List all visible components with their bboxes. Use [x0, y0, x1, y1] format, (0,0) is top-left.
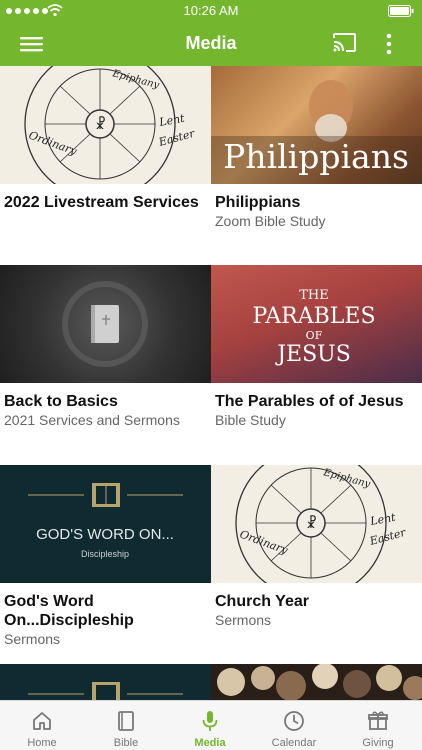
card-title: Church Year [215, 593, 309, 610]
partial-card-thumbnail[interactable] [211, 664, 422, 700]
back-to-basics-thumbnail [0, 265, 211, 383]
card-subtitle: Bible Study [215, 412, 286, 428]
tab-label: Giving [362, 737, 394, 749]
tab-giving[interactable]: Giving [336, 701, 420, 750]
media-card-church-year[interactable]: ☧ Ordinary Epiphany Lent Easter Church Y… [211, 465, 422, 665]
card-subtitle: Sermons [4, 631, 61, 647]
parables-thumb-line3: OF [306, 329, 323, 342]
media-grid: ☧ Ordinary Epiphany Lent Easter 2022 Liv… [0, 66, 422, 700]
media-card-gods-word[interactable]: GOD'S WORD ON... Discipleship God's Word… [0, 465, 211, 665]
svg-text:☧: ☧ [95, 116, 106, 133]
status-time: 10:26 AM [183, 3, 239, 18]
status-bar: 10:26 AM [0, 0, 422, 22]
tab-label: Calendar [271, 737, 317, 749]
battery-icon [388, 5, 414, 17]
svg-text:☧: ☧ [306, 515, 317, 532]
card-subtitle: 2021 Services and Sermons [4, 412, 180, 428]
parables-thumb-line4: JESUS [275, 342, 351, 367]
microphone-icon [202, 711, 218, 731]
gods-word-thumbnail: GOD'S WORD ON... Discipleship [0, 465, 211, 583]
philippians-thumbnail: Philippians [211, 66, 422, 184]
svg-text:Easter: Easter [367, 526, 407, 548]
media-card-back-to-basics[interactable]: Back to Basics 2021 Services and Sermons [0, 265, 211, 465]
parables-thumb-line1: THE [299, 288, 329, 303]
cast-icon[interactable] [332, 32, 358, 54]
page-title: Media [185, 33, 237, 53]
home-icon [33, 712, 51, 730]
clock-icon [284, 711, 304, 731]
media-card-livestream[interactable]: ☧ Ordinary Epiphany Lent Easter 2022 Liv… [0, 66, 211, 266]
tab-label: Home [27, 737, 57, 749]
gods-word-thumb-text: GOD'S WORD ON... [36, 526, 174, 543]
tab-bar: Home Bible Media Calendar Giving [0, 700, 422, 750]
card-title: The Parables of of Jesus [215, 393, 404, 410]
card-title: 2022 Livestream Services [4, 194, 199, 211]
card-subtitle: Zoom Bible Study [215, 213, 326, 229]
philippians-thumb-text: Philippians [223, 137, 409, 176]
church-year-thumbnail: ☧ Ordinary Epiphany Lent Easter [211, 465, 422, 583]
more-vertical-icon[interactable] [381, 32, 397, 56]
parables-thumb-line2: PARABLES [252, 304, 375, 329]
partial-card-thumbnail[interactable] [0, 664, 211, 700]
media-card-philippians[interactable]: Philippians Philippians Zoom Bible Study [211, 66, 422, 266]
tab-label: Bible [113, 737, 139, 749]
nav-bar: Media [0, 22, 422, 66]
svg-text:Easter: Easter [156, 127, 196, 149]
svg-text:Lent: Lent [368, 511, 397, 528]
svg-text:Lent: Lent [157, 112, 186, 129]
gift-icon [368, 711, 388, 730]
parables-thumbnail: THE PARABLES OF JESUS [211, 265, 422, 383]
svg-text:Ordinary: Ordinary [238, 528, 290, 558]
card-title: Back to Basics [4, 393, 118, 410]
tab-calendar[interactable]: Calendar [252, 701, 336, 750]
card-subtitle: Sermons [215, 612, 272, 628]
tab-label: Media [194, 737, 226, 749]
media-card-parables[interactable]: THE PARABLES OF JESUS The Parables of of… [211, 265, 422, 465]
card-title: Philippians [215, 194, 301, 211]
gods-word-thumb-sub: Discipleship [81, 549, 129, 559]
ordinary-label: Ordinary [27, 129, 79, 159]
bible-icon [118, 711, 134, 731]
church-year-thumbnail: ☧ Ordinary Epiphany Lent Easter [0, 66, 211, 184]
tab-home[interactable]: Home [0, 701, 84, 750]
tab-media[interactable]: Media [168, 701, 252, 750]
card-title: God's Word On...Discipleship [4, 593, 134, 629]
tab-bible[interactable]: Bible [84, 701, 168, 750]
